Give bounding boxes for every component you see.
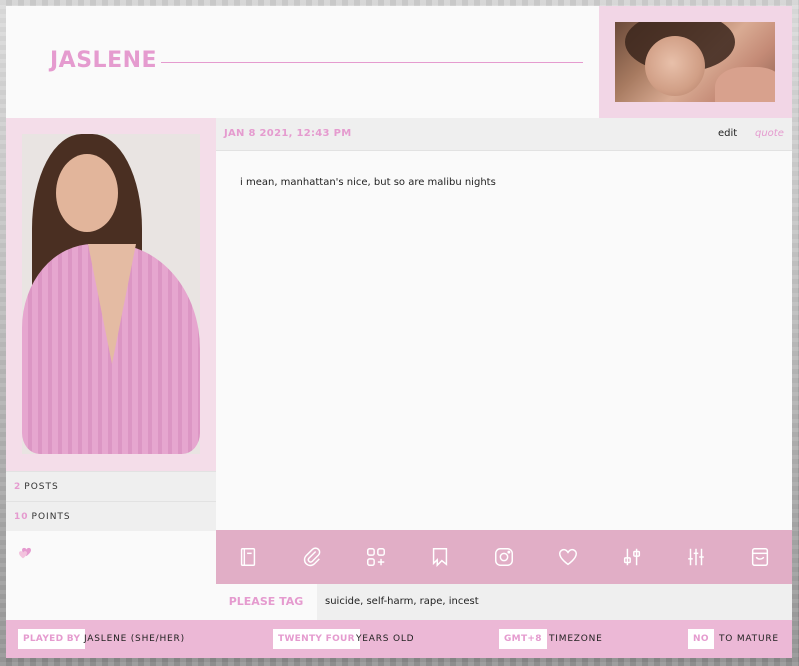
grid-plus-icon[interactable] <box>344 530 408 584</box>
paperclip-icon[interactable] <box>280 530 344 584</box>
profile-links-bar <box>216 530 792 584</box>
posts-stat: 2 POSTS <box>6 471 216 501</box>
hearts-icon <box>19 547 31 559</box>
post-date[interactable]: JAN 8 2021, 12:43 PM <box>224 128 351 139</box>
posts-count: 2 <box>14 482 22 492</box>
name-divider <box>161 62 583 63</box>
post-body: i mean, manhattan's nice, but so are mal… <box>216 151 792 530</box>
inbox-icon[interactable] <box>728 530 792 584</box>
posts-label: POSTS <box>24 482 59 492</box>
sliders-horizontal-icon[interactable] <box>664 530 728 584</box>
profile-sidebar: 2 POSTS 10 POINTS <box>6 118 216 620</box>
points-stat: 10 POINTS <box>6 501 216 531</box>
header-image-frame <box>599 6 792 118</box>
character-info-footer: PLAYED BY JASLENE (SHE/HER) TWENTY FOUR … <box>6 620 792 658</box>
heart-outline-icon[interactable] <box>536 530 600 584</box>
played-by-chip: PLAYED BY <box>18 629 86 649</box>
sliders-vertical-icon[interactable] <box>600 530 664 584</box>
age-chip: TWENTY FOUR <box>273 629 360 649</box>
timezone-chip: GMT+8 <box>499 629 547 649</box>
instagram-icon[interactable] <box>472 530 536 584</box>
post-content: i mean, manhattan's nice, but so are mal… <box>240 177 496 188</box>
age-value: YEARS OLD <box>356 634 415 644</box>
edit-link[interactable]: edit <box>718 128 737 139</box>
post-meta-bar: JAN 8 2021, 12:43 PM edit quote <box>216 118 792 151</box>
quote-link[interactable]: quote <box>755 128 784 139</box>
points-label: POINTS <box>31 512 71 522</box>
points-count: 10 <box>14 512 29 522</box>
portrait-frame <box>6 118 216 472</box>
timezone-value: TIMEZONE <box>549 634 603 644</box>
tag-value: suicide, self-harm, rape, incest <box>317 584 792 620</box>
played-by-value: JASLENE (SHE/HER) <box>84 634 185 644</box>
post-header: JASLENE <box>6 6 792 118</box>
post-card: JASLENE 2 POSTS 10 POINTS JAN 8 2021, 12… <box>6 6 792 658</box>
mature-value: TO MATURE <box>719 634 779 644</box>
character-portrait <box>22 134 200 454</box>
character-name[interactable]: JASLENE <box>50 48 157 73</box>
header-avatar-image <box>615 22 775 102</box>
tag-label: PLEASE TAG <box>216 584 316 620</box>
mature-chip: NO <box>688 629 714 649</box>
bookmark-icon[interactable] <box>408 530 472 584</box>
notebook-icon[interactable] <box>216 530 280 584</box>
